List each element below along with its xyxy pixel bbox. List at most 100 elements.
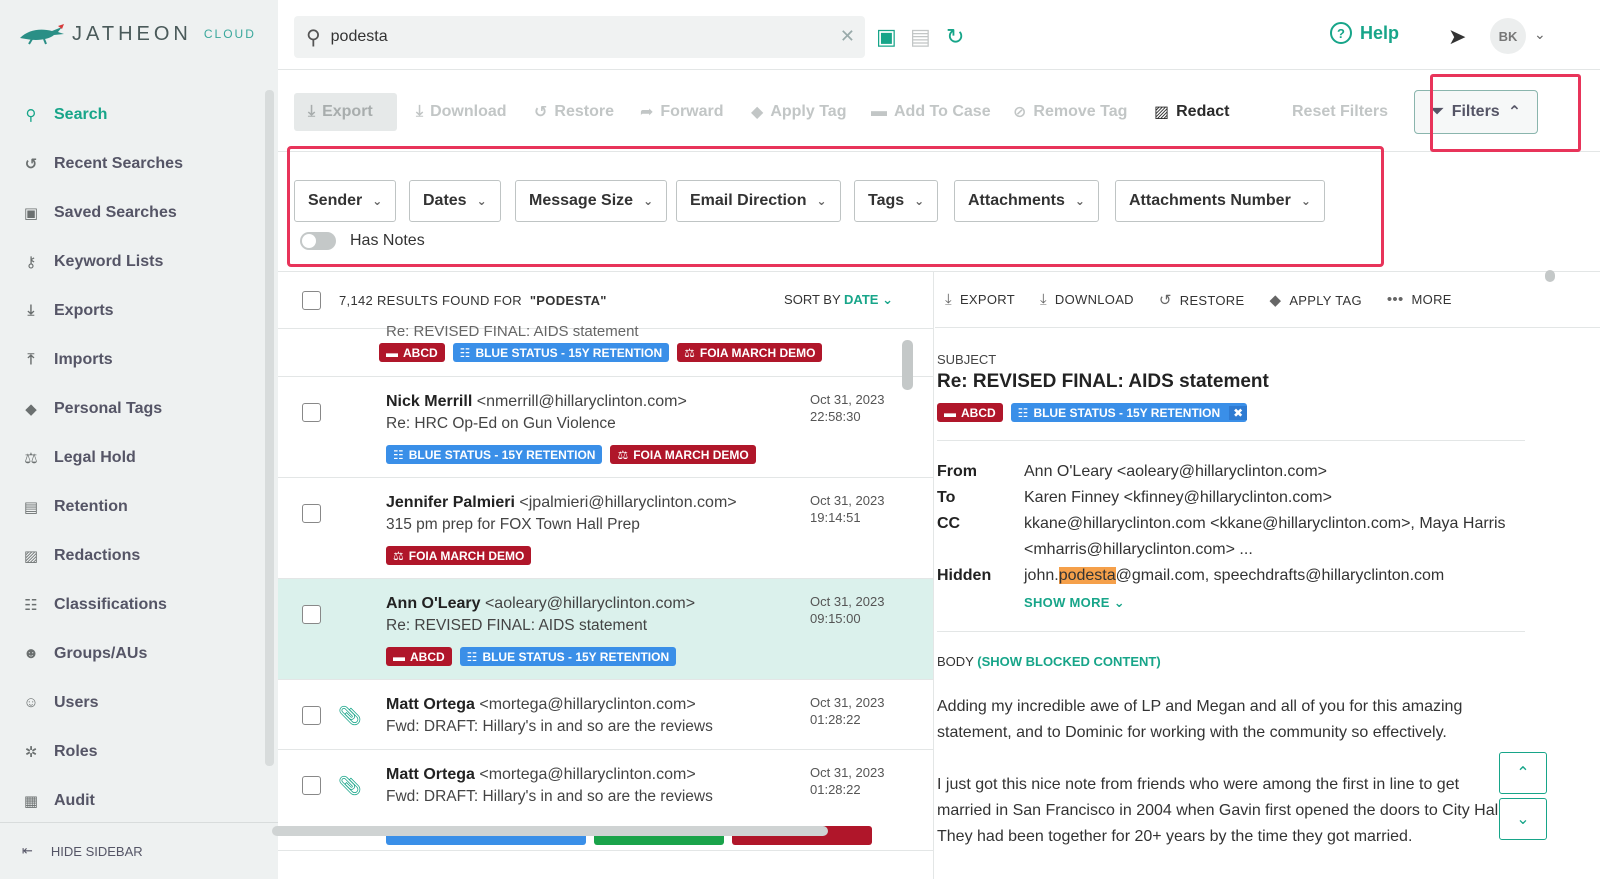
download-button[interactable]: ⤓ Download [416,93,507,131]
results-header: 7,142 RESULTS FOUND FOR "PODESTA" SORT B… [278,272,933,329]
sender-email: <aoleary@hillaryclinton.com> [484,595,696,612]
row-checkbox[interactable] [302,605,321,624]
list-item[interactable]: 📎︎ Matt Ortega <mortega@hillaryclinton.c… [278,680,933,750]
tag-badge[interactable]: ☷ BLUE STATUS - 15Y RETENTION [386,445,603,464]
show-more-label: SHOW MORE [1024,595,1110,610]
sidebar-scrollbar[interactable] [265,90,274,766]
sidebar-item-audit[interactable]: ▦ Audit [0,776,262,825]
sidebar-item-redactions[interactable]: ▨ Redactions [0,531,262,580]
tag-badge[interactable]: ⚖ FOIA MARCH DEMO [610,445,756,464]
tag-badge[interactable]: ▬ ABCD [937,403,1003,422]
add-to-case-button[interactable]: ▬ Add To Case [871,93,991,131]
folder-icon: ▬ [386,345,398,360]
sidebar-item-personal-tags[interactable]: ◆ Personal Tags [0,384,262,433]
forward-button[interactable]: ➦ Forward [640,93,724,131]
previous-email-button[interactable]: ⌃ [1499,752,1547,794]
more-dots-icon: ••• [1386,291,1404,308]
preview-actions: ⤓ EXPORT ⤓ DOWNLOAD ↺ RESTORE ◆ APPLY TAG ••… [935,272,1600,328]
hide-sidebar-button[interactable]: ⇤ HIDE SIDEBAR [0,822,278,879]
sidebar-item-saved-searches[interactable]: ▣ Saved Searches [0,188,262,237]
export-button[interactable]: ⤓ Export [294,93,397,131]
redact-button[interactable]: ▨ Redact [1154,93,1229,131]
tag-badge[interactable]: ⚖ FOIA MARCH DEMO [677,343,823,362]
row-subject: Fwd: DRAFT: Hillary's in and so are the … [386,718,713,735]
action-label: APPLY TAG [1289,292,1362,308]
clear-search-icon[interactable]: ✕ [840,26,855,47]
sidebar-item-imports[interactable]: ⤒ Imports [0,335,262,384]
save-search-icon[interactable]: ▣ [876,24,897,50]
preview-download-button[interactable]: ⤓ DOWNLOAD [1040,291,1134,308]
row-checkbox[interactable] [302,706,321,725]
restore-label: Restore [554,103,614,120]
tag-badge[interactable]: ☷ BLUE STATUS - 15Y RETENTION [459,647,677,666]
sidebar-item-exports[interactable]: ⤓ Exports [0,286,262,335]
sidebar-item-classifications[interactable]: ☷ Classifications [0,580,262,629]
tag-badge[interactable]: ▬ ABCD [379,343,445,362]
sidebar-item-search[interactable]: ⚲ Search [0,90,262,139]
list-item[interactable]: Re: REVISED FINAL: AIDS statement ▬ ABCD … [278,323,933,377]
tag-badge[interactable]: ▬ ABCD [386,647,452,666]
list-item-selected[interactable]: Ann O'Leary <aoleary@hillaryclinton.com>… [278,579,933,680]
row-sender: Ann O'Leary <aoleary@hillaryclinton.com> [386,595,695,613]
tag-badge[interactable]: ☷ BLUE STATUS - 15Y RETENTION ✖ [1010,403,1248,422]
sort-control[interactable]: SORT BY DATE ⌄ [784,292,893,308]
list-item[interactable]: Nick Merrill <nmerrill@hillaryclinton.co… [278,377,933,478]
saved-searches-icon[interactable]: ▤ [910,24,931,50]
select-all-checkbox[interactable] [302,290,321,310]
remove-tag-button[interactable]: ⊘ Remove Tag [1013,93,1127,131]
tag-badge[interactable]: ☷ BLUE STATUS - 15Y RETENTION [452,343,670,362]
preview-apply-tag-button[interactable]: ◆ APPLY TAG [1269,291,1361,309]
remove-tag-icon[interactable]: ✖ [1229,405,1248,420]
hidden-label: Hidden [937,567,992,584]
show-blocked-content-link[interactable]: (SHOW BLOCKED CONTENT) [977,654,1160,669]
refresh-icon[interactable]: ↻ [946,24,964,50]
sidebar-item-roles[interactable]: ✲ Roles [0,727,262,776]
download-icon: ⤓ [416,103,424,120]
sidebar-item-retention[interactable]: ▤ Retention [0,482,262,531]
sidebar-item-label: Classifications [54,595,167,613]
groups-icon: ☻ [23,645,39,662]
preview-restore-button[interactable]: ↺ RESTORE [1159,291,1245,309]
restore-button[interactable]: ↺ Restore [534,93,614,131]
row-checkbox[interactable] [302,504,321,523]
jatheon-logo[interactable]: JATHEON CLOUD [18,22,256,46]
apply-tag-button[interactable]: ◆ Apply Tag [751,93,846,131]
from-value: Ann O'Leary <aoleary@hillaryclinton.com> [1024,463,1327,480]
send-icon[interactable]: ➤ [1448,24,1466,50]
chevron-down-icon: ⌄ [882,292,893,307]
chevron-down-icon: ⌄ [1516,811,1530,828]
next-email-button[interactable]: ⌄ [1499,798,1547,840]
row-tags: ▬ ABCD ☷ BLUE STATUS - 15Y RETENTION ⚖ FOIA… [379,343,823,362]
results-horizontal-scrollbar[interactable] [272,826,828,836]
sidebar-item-recent-searches[interactable]: ↺ Recent Searches [0,139,262,188]
chevron-down-icon[interactable]: ⌄ [1534,26,1546,43]
time-text: 09:15:00 [810,611,861,626]
tag-badge[interactable]: ⚖ FOIA MARCH DEMO [386,546,532,565]
avatar[interactable]: BK [1490,18,1526,54]
sender-name: Matt Ortega [386,696,475,713]
sender-name: Jennifer Palmieri [386,494,515,511]
sidebar-item-label: Personal Tags [54,399,163,417]
sidebar-item-users[interactable]: ☺ Users [0,678,262,727]
preview-export-button[interactable]: ⤓ EXPORT [945,291,1015,308]
date-text: Oct 31, 2023 [810,765,885,780]
row-checkbox[interactable] [302,403,321,422]
list-item[interactable]: Jennifer Palmieri <jpalmieri@hillaryclin… [278,478,933,579]
hidden-value: john.podesta@gmail.com, speechdrafts@hil… [1024,567,1444,585]
search-hit-highlight: podesta [1058,567,1116,584]
sidebar-item-label: Keyword Lists [54,252,164,270]
show-more-link[interactable]: SHOW MORE ⌄ [1024,595,1125,611]
preview-more-button[interactable]: ••• MORE [1387,291,1452,308]
row-checkbox[interactable] [302,776,321,795]
sidebar-item-keyword-lists[interactable]: ⚷ Keyword Lists [0,237,262,286]
folder-icon: ▬ [944,405,956,420]
help-button[interactable]: ? Help [1330,22,1399,44]
sidebar-item-label: Recent Searches [54,154,183,172]
sidebar-item-legal-hold[interactable]: ⚖ Legal Hold [0,433,262,482]
reset-filters-button[interactable]: Reset Filters [1292,93,1388,131]
sidebar-item-label: Users [54,693,99,711]
search-input[interactable] [330,28,821,46]
results-scrollbar[interactable] [902,340,913,390]
preview-scrollbar[interactable] [1545,270,1555,282]
sidebar-item-groups[interactable]: ☻ Groups/AUs [0,629,262,678]
